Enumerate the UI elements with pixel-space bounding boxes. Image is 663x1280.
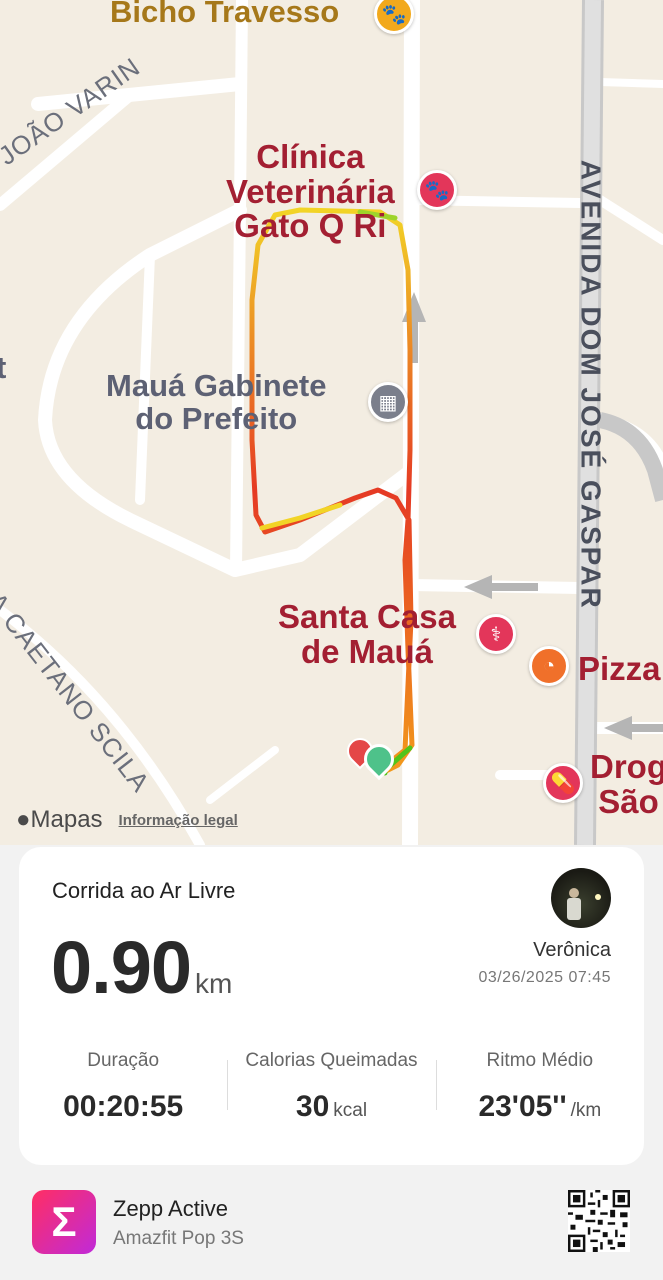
app-footer: Σ Zepp Active Amazfit Pop 3S — [32, 1190, 632, 1256]
workout-share-screen: Bicho Travesso 🐾 Clínica Veterinária Gat… — [0, 0, 663, 1280]
poi-gabinete-prefeito[interactable]: Mauá Gabinete do Prefeito — [106, 369, 327, 435]
poi-clinica-veterinaria[interactable]: Clínica Veterinária Gato Q Ri — [226, 139, 395, 244]
stat-pace: Ritmo Médio 23'05''/km — [435, 1050, 644, 1124]
stethoscope-icon[interactable]: ⚕ — [476, 614, 516, 654]
apple-icon: ● — [16, 806, 31, 833]
distance: 0.90 km — [51, 925, 232, 1010]
stat-value: 00:20:55 — [63, 1090, 184, 1123]
pizza-icon[interactable]: ◔ — [529, 646, 569, 686]
stat-unit: kcal — [333, 1100, 368, 1121]
stat-calories: Calorias Queimadas 30 kcal — [227, 1050, 435, 1124]
building-icon[interactable]: ▦ — [368, 382, 408, 422]
poi-santa-casa[interactable]: Santa Casa de Mauá — [278, 599, 456, 669]
stat-value: 30 — [295, 1090, 330, 1123]
activity-datetime: 03/26/2025 07:45 — [478, 969, 611, 986]
map-attribution: ●Mapas Informação legal — [16, 806, 238, 834]
cut-off-label: t — [0, 350, 7, 385]
stat-value: 23'05'' — [478, 1090, 567, 1123]
qr-code-icon[interactable] — [568, 1190, 630, 1252]
app-name: Zepp Active — [113, 1196, 228, 1221]
device-name: Amazfit Pop 3S — [113, 1228, 244, 1249]
activity-type: Corrida ao Ar Livre — [52, 878, 236, 903]
paw-icon[interactable]: 🐾 — [417, 170, 457, 210]
activity-card: Corrida ao Ar Livre 0.90 km Verônica 03/… — [19, 847, 644, 1165]
poi-drogaria[interactable]: Drog São — [590, 749, 663, 819]
distance-unit: km — [195, 968, 233, 999]
distance-value: 0.90 — [51, 926, 192, 1009]
maps-brand: ●Mapas — [16, 806, 103, 833]
user-name: Verônica — [533, 939, 611, 961]
stat-label: Calorias Queimadas — [245, 1050, 418, 1071]
stat-unit: /km — [570, 1100, 602, 1121]
avatar[interactable] — [551, 868, 611, 928]
stat-duration: Duração 00:20:55 — [19, 1050, 227, 1124]
legal-info-link[interactable]: Informação legal — [119, 812, 238, 829]
poi-bicho-travesso[interactable]: Bicho Travesso — [110, 0, 339, 29]
stats-row: Duração 00:20:55 Calorias Queimadas 30 kc… — [19, 1050, 644, 1124]
route-map[interactable]: Bicho Travesso 🐾 Clínica Veterinária Gat… — [0, 0, 663, 845]
street-dom-jose-gaspar: AVENIDA DOM JOSÉ GASPAR — [575, 159, 607, 610]
pill-icon[interactable]: 💊 — [543, 763, 583, 803]
stat-label: Duração — [87, 1050, 160, 1071]
poi-pizza[interactable]: Pizza — [578, 651, 661, 687]
stat-label: Ritmo Médio — [486, 1050, 594, 1071]
zepp-app-icon: Σ — [32, 1190, 96, 1254]
